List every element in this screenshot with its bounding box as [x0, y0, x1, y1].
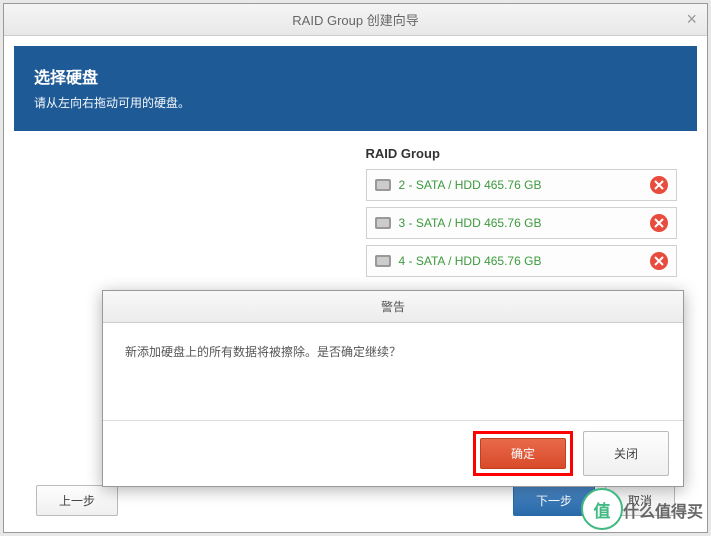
- disk-label: 2 - SATA / HDD 465.76 GB: [399, 178, 542, 192]
- warning-dialog: 警告 新添加硬盘上的所有数据将被擦除。是否确定继续？ 确定 关闭: [102, 290, 684, 487]
- header-panel: 选择硬盘 请从左向右拖动可用的硬盘。: [14, 46, 697, 131]
- window-title: RAID Group 创建向导: [292, 10, 418, 29]
- disk-list: 2 - SATA / HDD 465.76 GB 3 - SATA / HDD …: [366, 169, 678, 277]
- remove-disk-icon[interactable]: [650, 252, 668, 270]
- close-icon[interactable]: ×: [686, 9, 697, 30]
- highlight-annotation: 确定: [473, 431, 573, 476]
- disk-label: 4 - SATA / HDD 465.76 GB: [399, 254, 542, 268]
- watermark-brand: 什么值得买: [623, 498, 703, 522]
- raid-group-label: RAID Group: [366, 146, 678, 161]
- wizard-footer: 上一步 下一步 取消: [36, 485, 675, 516]
- hdd-icon: [375, 179, 391, 191]
- hdd-icon: [375, 255, 391, 267]
- remove-disk-icon[interactable]: [650, 214, 668, 232]
- watermark-badge: 值: [581, 488, 623, 530]
- close-button[interactable]: 关闭: [583, 431, 669, 476]
- disk-label: 3 - SATA / HDD 465.76 GB: [399, 216, 542, 230]
- warning-footer: 确定 关闭: [103, 420, 683, 486]
- page-title: 选择硬盘: [34, 64, 677, 88]
- prev-button[interactable]: 上一步: [36, 485, 118, 516]
- disk-item[interactable]: 4 - SATA / HDD 465.76 GB: [366, 245, 678, 277]
- titlebar: RAID Group 创建向导 ×: [4, 4, 707, 36]
- page-subtitle: 请从左向右拖动可用的硬盘。: [34, 94, 677, 111]
- warning-message: 新添加硬盘上的所有数据将被擦除。是否确定继续？: [103, 323, 683, 420]
- confirm-button[interactable]: 确定: [480, 438, 566, 469]
- disk-item[interactable]: 2 - SATA / HDD 465.76 GB: [366, 169, 678, 201]
- disk-item[interactable]: 3 - SATA / HDD 465.76 GB: [366, 207, 678, 239]
- warning-title: 警告: [103, 291, 683, 323]
- remove-disk-icon[interactable]: [650, 176, 668, 194]
- hdd-icon: [375, 217, 391, 229]
